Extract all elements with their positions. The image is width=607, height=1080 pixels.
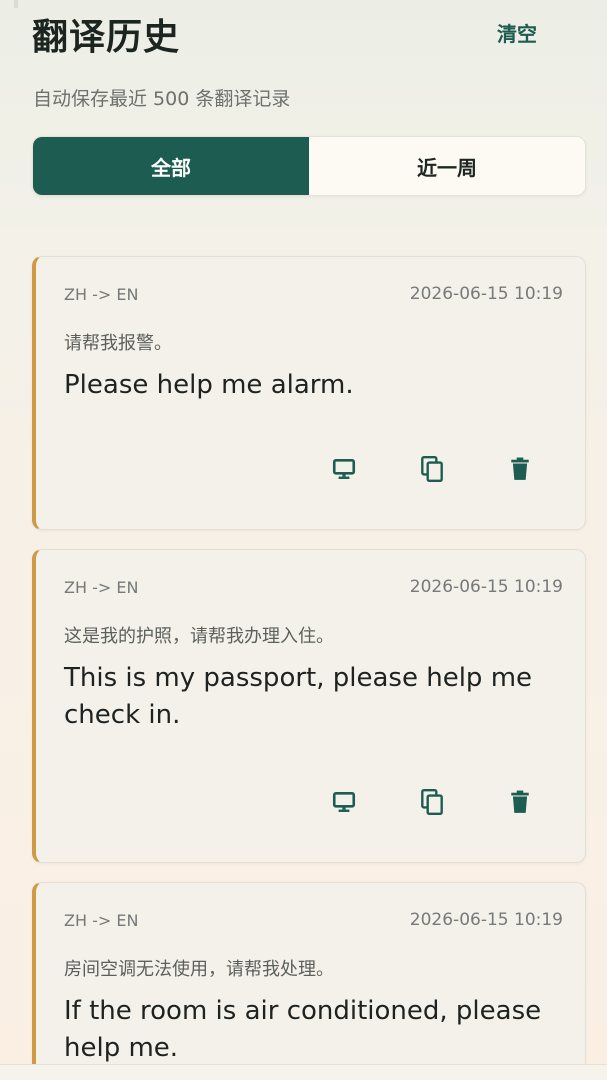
delete-button[interactable] — [500, 449, 540, 489]
trash-icon — [511, 790, 529, 813]
language-pair: ZH -> EN — [64, 285, 139, 304]
page-title: 翻译历史 — [32, 17, 181, 58]
translated-text: This is my passport, please help me chec… — [64, 663, 533, 730]
history-card: ZH -> EN 2026-06-15 10:19 房间空调无法使用，请帮我处理… — [32, 882, 586, 1080]
source-text: 请帮我报警。 — [64, 333, 172, 354]
copy-button[interactable] — [412, 449, 452, 489]
card-actions — [36, 449, 586, 489]
display-button[interactable] — [324, 782, 364, 822]
translated-text: Please help me alarm. — [64, 370, 354, 400]
copy-icon — [421, 788, 443, 816]
timestamp: 2026-06-15 10:19 — [409, 577, 563, 597]
filter-segmented-control: 全部 近一周 — [32, 136, 586, 196]
timestamp: 2026-06-15 10:19 — [409, 284, 563, 304]
monitor-icon — [332, 792, 356, 812]
source-text: 房间空调无法使用，请帮我处理。 — [64, 959, 334, 980]
monitor-icon — [332, 459, 356, 479]
bottom-bar — [0, 1064, 607, 1080]
language-pair: ZH -> EN — [64, 911, 139, 930]
tab-last-week[interactable]: 近一周 — [309, 137, 585, 195]
translated-text: If the room is air conditioned, please h… — [64, 996, 542, 1063]
history-card: ZH -> EN 2026-06-15 10:19 这是我的护照，请帮我办理入住… — [32, 549, 586, 863]
history-card: ZH -> EN 2026-06-15 10:19 请帮我报警。 Please … — [32, 256, 586, 530]
copy-button[interactable] — [412, 782, 452, 822]
language-pair: ZH -> EN — [64, 578, 139, 597]
timestamp: 2026-06-15 10:19 — [409, 910, 563, 930]
display-button[interactable] — [324, 449, 364, 489]
copy-icon — [421, 455, 443, 483]
delete-button[interactable] — [500, 782, 540, 822]
clear-history-button[interactable]: 清空 — [497, 18, 537, 47]
page-subtitle: 自动保存最近 500 条翻译记录 — [33, 88, 291, 110]
source-text: 这是我的护照，请帮我办理入住。 — [64, 626, 334, 647]
card-actions — [36, 782, 586, 822]
tab-all[interactable]: 全部 — [33, 137, 309, 195]
page-header: 翻译历史 清空 自动保存最近 500 条翻译记录 全部 近一周 — [0, 0, 607, 240]
trash-icon — [511, 457, 529, 480]
